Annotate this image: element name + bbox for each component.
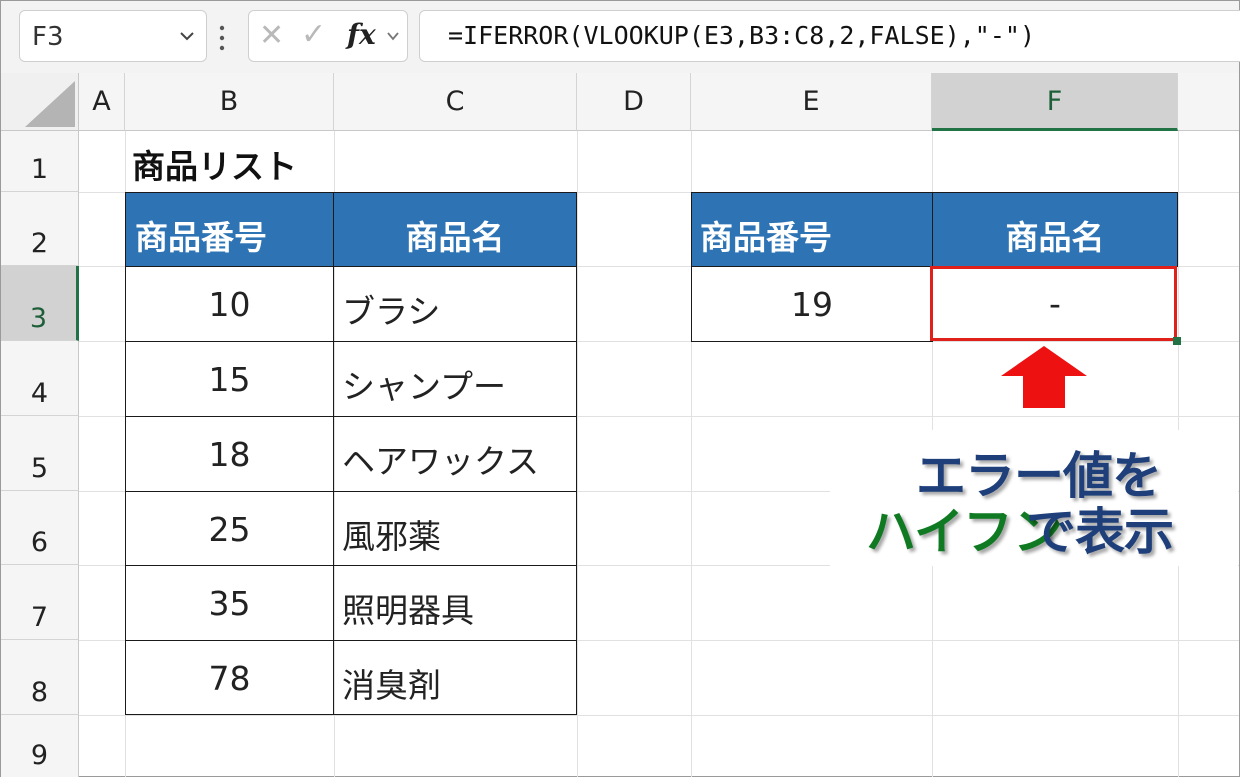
gridline <box>79 715 1239 716</box>
row-number: 1 <box>30 154 49 185</box>
gridline <box>577 131 578 777</box>
column-header-b[interactable]: B <box>125 73 334 131</box>
formula-input[interactable]: =IFERROR(VLOOKUP(E3,B3:C8,2,FALSE),"-") <box>419 10 1240 62</box>
formula-bar: F3 ✕ ✓ fx =IFERROR(VLOOKUP(E3,B3:C8,2,FA… <box>1 1 1240 73</box>
product-number-cell[interactable]: 25 <box>125 491 334 566</box>
column-header-e[interactable]: E <box>691 73 932 131</box>
lookup-table-header-number[interactable]: 商品番号 <box>691 192 933 267</box>
product-name-cell[interactable]: 照明器具 <box>333 565 577 641</box>
row-header-5[interactable]: 5 <box>1 416 79 491</box>
column-header-g[interactable] <box>1178 73 1239 131</box>
product-number-cell[interactable]: 15 <box>125 341 334 417</box>
annotation-line-2: で表示 <box>1026 503 1174 561</box>
lookup-number-cell[interactable]: 19 <box>691 266 933 342</box>
selected-cell-highlight <box>930 266 1177 341</box>
product-number-cell[interactable]: 35 <box>125 565 334 641</box>
row-header-9[interactable]: 9 <box>1 715 79 777</box>
column-header-a[interactable]: A <box>79 73 125 131</box>
row-number: 3 <box>29 303 48 334</box>
annotation-callout: エラー値を ハイフン で表示 <box>830 430 1238 566</box>
row-number: 8 <box>30 677 49 708</box>
formula-text: =IFERROR(VLOOKUP(E3,B3:C8,2,FALSE),"-") <box>448 21 1035 50</box>
name-box[interactable]: F3 <box>19 10 207 62</box>
more-options-icon[interactable] <box>218 23 226 53</box>
row-header-3[interactable]: 3 <box>1 266 79 341</box>
row-number: 5 <box>30 453 49 484</box>
row-header-2[interactable]: 2 <box>1 192 79 266</box>
row-number: 6 <box>30 527 49 558</box>
fill-handle[interactable] <box>1173 337 1181 345</box>
sheet-title[interactable]: 商品リスト <box>132 140 297 188</box>
column-header-c[interactable]: C <box>334 73 577 131</box>
product-table-header-number[interactable]: 商品番号 <box>125 192 334 267</box>
enter-icon[interactable]: ✓ <box>301 17 326 52</box>
product-number-cell[interactable]: 18 <box>125 416 334 492</box>
row-header-7[interactable]: 7 <box>1 565 79 640</box>
product-name-cell[interactable]: ブラシ <box>333 266 577 342</box>
insert-function-icon[interactable]: fx <box>347 18 376 51</box>
formula-buttons: ✕ ✓ fx <box>248 10 408 62</box>
row-number: 2 <box>30 228 49 259</box>
product-name-cell[interactable]: 風邪薬 <box>333 491 577 566</box>
name-box-value: F3 <box>32 22 64 52</box>
product-name-cell[interactable]: シャンプー <box>333 341 577 417</box>
row-header-6[interactable]: 6 <box>1 491 79 565</box>
select-all-button[interactable] <box>1 73 79 131</box>
chevron-down-icon[interactable] <box>385 28 401 44</box>
product-table-header-name[interactable]: 商品名 <box>333 192 577 267</box>
cancel-icon[interactable]: ✕ <box>259 18 284 53</box>
row-header-4[interactable]: 4 <box>1 341 79 416</box>
arrow-up-icon <box>1001 346 1087 408</box>
chevron-down-icon[interactable] <box>176 25 198 47</box>
column-header-f[interactable]: F <box>932 73 1178 131</box>
row-number: 9 <box>30 740 49 771</box>
lookup-table-header-name[interactable]: 商品名 <box>932 192 1178 267</box>
row-number: 7 <box>30 602 49 633</box>
row-number: 4 <box>30 378 49 409</box>
column-header-d[interactable]: D <box>577 73 691 131</box>
product-name-cell[interactable]: ヘアワックス <box>333 416 577 492</box>
row-header-8[interactable]: 8 <box>1 640 79 715</box>
product-name-cell[interactable]: 消臭剤 <box>333 640 577 715</box>
select-all-triangle-icon <box>25 81 75 127</box>
row-header-1[interactable]: 1 <box>1 131 79 192</box>
product-number-cell[interactable]: 78 <box>125 640 334 715</box>
product-number-cell[interactable]: 10 <box>125 266 334 342</box>
